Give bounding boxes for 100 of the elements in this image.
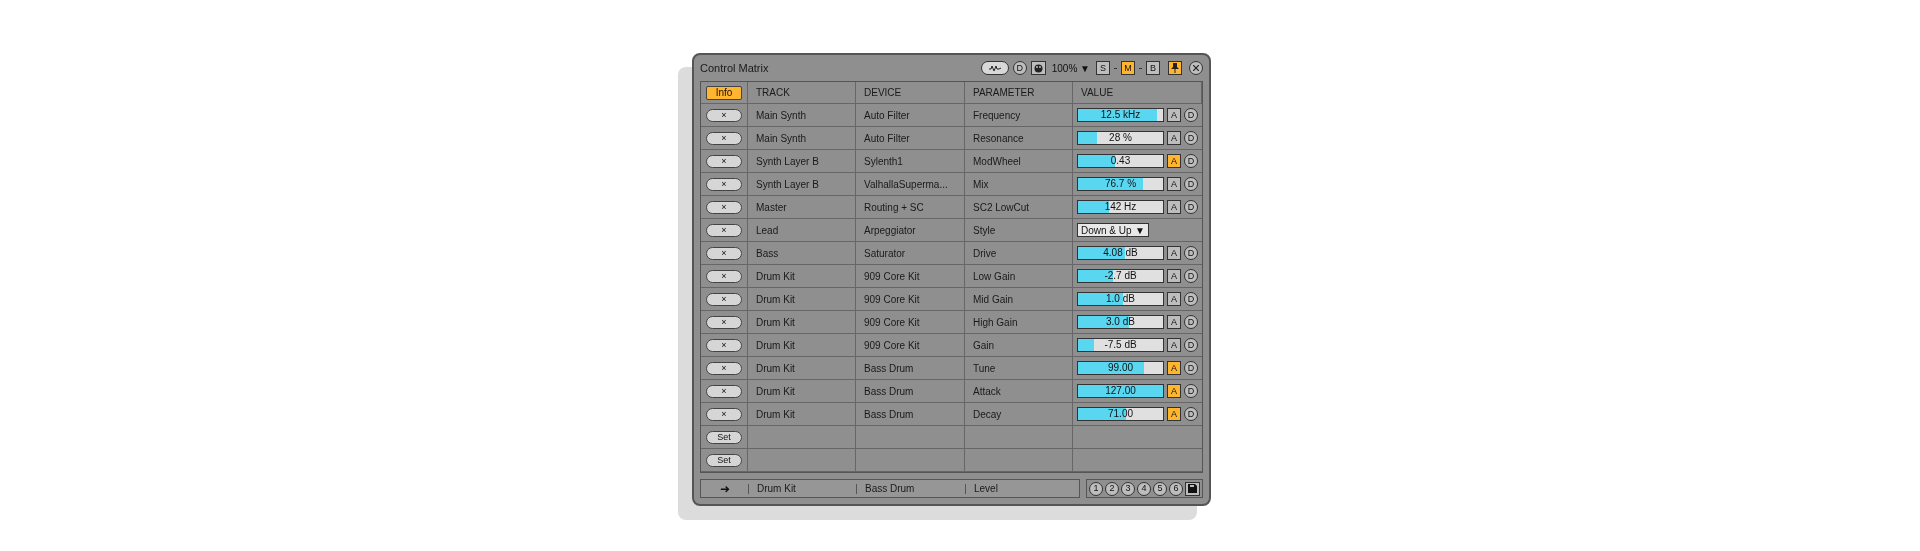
parameter-name: Attack	[973, 385, 1001, 397]
waveform-icon	[988, 64, 1001, 72]
value-slider[interactable]: 1.0 dB	[1077, 292, 1164, 306]
default-button[interactable]: D	[1184, 108, 1198, 122]
default-button[interactable]: D	[1184, 200, 1198, 214]
remove-button[interactable]: ×	[706, 269, 742, 283]
track-name: Bass	[756, 247, 779, 259]
track-name: Drum Kit	[756, 408, 795, 420]
value-slider[interactable]: 127.00	[1077, 384, 1164, 398]
remove-button[interactable]: ×	[706, 246, 742, 260]
track-name: Drum Kit	[756, 385, 795, 397]
value-slider[interactable]: 4.08 dB	[1077, 246, 1164, 260]
device-name: 909 Core Kit	[864, 339, 920, 351]
value-slider[interactable]: 99.00	[1077, 361, 1164, 375]
parameter-name: Frequency	[973, 109, 1021, 121]
automation-button[interactable]: A	[1167, 154, 1181, 168]
slot-button[interactable]: 6	[1169, 481, 1183, 496]
default-button[interactable]: D	[1184, 246, 1198, 260]
track-name: Drum Kit	[756, 293, 795, 305]
automation-button[interactable]: A	[1167, 338, 1181, 352]
track-name: Drum Kit	[756, 270, 795, 282]
set-button[interactable]: Set	[706, 430, 742, 444]
track-name: Main Synth	[756, 109, 807, 121]
remove-button[interactable]: ×	[706, 361, 742, 375]
device-name: Routing + SC	[864, 201, 924, 213]
default-button[interactable]: D	[1184, 338, 1198, 352]
column-header: VALUE	[1081, 87, 1114, 98]
parameter-name: Drive	[973, 247, 997, 259]
info-button[interactable]: Info	[706, 85, 742, 100]
remove-button[interactable]: ×	[706, 154, 742, 168]
remove-button[interactable]: ×	[706, 407, 742, 421]
set-button[interactable]: Set	[706, 453, 742, 467]
device-name: Sylenth1	[864, 155, 903, 167]
default-button[interactable]: D	[1184, 361, 1198, 375]
waveform-button[interactable]	[980, 61, 1009, 75]
remove-button[interactable]: ×	[706, 223, 742, 237]
device-name: Auto Filter	[864, 109, 910, 121]
column-header: TRACK	[756, 87, 790, 98]
automation-button[interactable]: A	[1167, 246, 1181, 260]
default-button[interactable]: D	[1184, 269, 1198, 283]
automation-button[interactable]: A	[1167, 200, 1181, 214]
slot-button[interactable]: 5	[1153, 481, 1167, 496]
remove-button[interactable]: ×	[706, 200, 742, 214]
track-name: Drum Kit	[756, 339, 795, 351]
device-name: Bass Drum	[864, 408, 914, 420]
device-name: Auto Filter	[864, 132, 910, 144]
default-button[interactable]: D	[1184, 177, 1198, 191]
parameter-name: Gain	[973, 339, 995, 351]
mode-button[interactable]: S	[1096, 61, 1110, 75]
value-slider[interactable]: 12.5 kHz	[1077, 108, 1164, 122]
automation-button[interactable]: A	[1167, 361, 1181, 375]
default-button[interactable]: D	[1184, 292, 1198, 306]
slot-button[interactable]: 2	[1105, 481, 1119, 496]
default-button[interactable]: D	[1184, 315, 1198, 329]
automation-button[interactable]: A	[1167, 407, 1181, 421]
track-name: Synth Layer B	[756, 178, 819, 190]
device-name: Bass Drum	[856, 483, 965, 494]
device-button[interactable]: D	[1012, 61, 1027, 75]
remove-button[interactable]: ×	[706, 131, 742, 145]
default-button[interactable]: D	[1184, 384, 1198, 398]
value-slider[interactable]: -7.5 dB	[1077, 338, 1164, 352]
slot-button[interactable]: 4	[1137, 481, 1151, 496]
automation-button[interactable]: A	[1167, 292, 1181, 306]
mode-button[interactable]: M	[1121, 61, 1135, 75]
default-button[interactable]: D	[1184, 131, 1198, 145]
track-name: Main Synth	[756, 132, 807, 144]
close-icon	[1193, 65, 1199, 71]
device-name: 909 Core Kit	[864, 270, 920, 282]
slot-button[interactable]: 3	[1121, 481, 1135, 496]
value-slider[interactable]: 76.7 %	[1077, 177, 1164, 191]
remove-button[interactable]: ×	[706, 177, 742, 191]
zoom-dropdown[interactable]: 100% ▼	[1049, 62, 1092, 74]
automation-button[interactable]: A	[1167, 131, 1181, 145]
automation-button[interactable]: A	[1167, 269, 1181, 283]
remove-button[interactable]: ×	[706, 108, 742, 122]
value-slider[interactable]: 28 %	[1077, 131, 1164, 145]
mode-button[interactable]: B	[1146, 61, 1160, 75]
close-button[interactable]	[1189, 61, 1203, 75]
remove-button[interactable]: ×	[706, 384, 742, 398]
arrow-icon: ➜	[701, 481, 748, 496]
default-button[interactable]: D	[1184, 154, 1198, 168]
slot-button[interactable]: 1	[1089, 481, 1103, 496]
save-button[interactable]	[1185, 481, 1200, 496]
palette-icon	[1033, 63, 1043, 73]
automation-button[interactable]: A	[1167, 108, 1181, 122]
pin-button[interactable]	[1168, 61, 1182, 75]
automation-button[interactable]: A	[1167, 384, 1181, 398]
default-button[interactable]: D	[1184, 407, 1198, 421]
value-slider[interactable]: -2.7 dB	[1077, 269, 1164, 283]
automation-button[interactable]: A	[1167, 315, 1181, 329]
value-slider[interactable]: 3.0 dB	[1077, 315, 1164, 329]
remove-button[interactable]: ×	[706, 338, 742, 352]
automation-button[interactable]: A	[1167, 177, 1181, 191]
style-dropdown[interactable]: Down & Up ▼	[1077, 223, 1149, 237]
remove-button[interactable]: ×	[706, 315, 742, 329]
parameter-name: Level	[965, 483, 1079, 494]
parameter-name: ModWheel	[973, 155, 1021, 167]
remove-button[interactable]: ×	[706, 292, 742, 306]
device-name: 909 Core Kit	[864, 316, 920, 328]
palette-button[interactable]	[1030, 61, 1046, 75]
